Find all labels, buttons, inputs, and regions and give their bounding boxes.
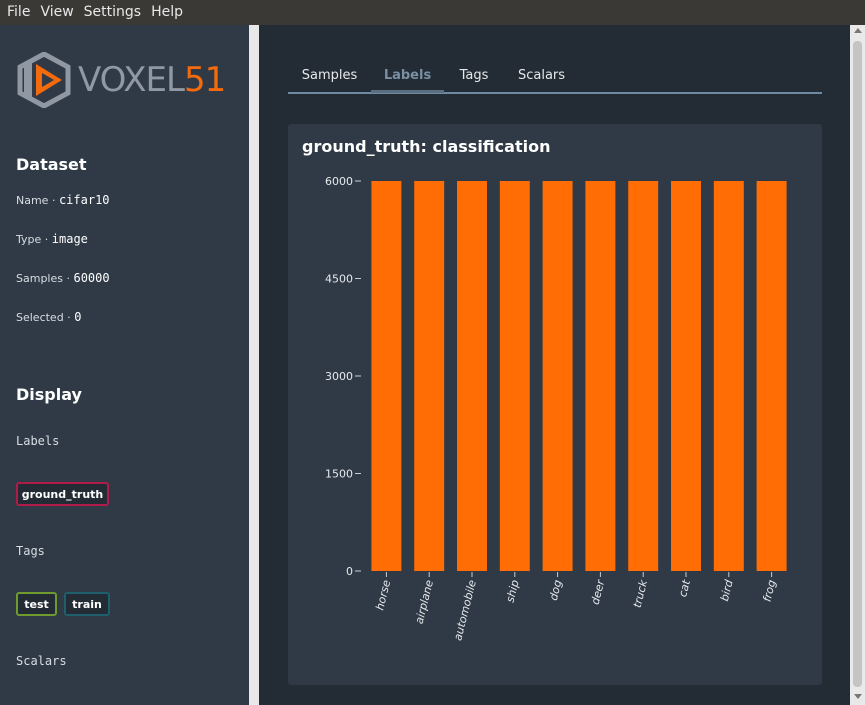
- x-tick-label: ship: [504, 579, 522, 604]
- tab-tags[interactable]: Tags: [444, 57, 504, 94]
- x-tick-label: dog: [547, 579, 565, 602]
- dataset-name-key: Name: [16, 194, 49, 207]
- x-tick-label: automobile: [451, 578, 479, 642]
- dataset-type-row: Type · image: [16, 232, 88, 246]
- menu-view[interactable]: View: [35, 0, 78, 25]
- bar: [499, 181, 530, 571]
- x-tick-label: bird: [718, 578, 736, 603]
- main-content: Samples Labels Tags Scalars ground_truth…: [259, 25, 850, 705]
- tag-chip-test[interactable]: test: [16, 592, 57, 616]
- menu-help[interactable]: Help: [146, 0, 188, 25]
- scrollbar[interactable]: [850, 25, 865, 705]
- y-tick-label: 4500: [325, 273, 353, 286]
- dataset-heading: Dataset: [16, 155, 87, 174]
- dataset-samples-row: Samples · 60000: [16, 271, 110, 285]
- voxel51-logo-icon: [17, 52, 71, 108]
- dataset-type-value: image: [51, 232, 88, 246]
- tab-bar: Samples Labels Tags Scalars: [288, 57, 822, 94]
- bar: [371, 181, 402, 571]
- label-chip-ground-truth[interactable]: ground_truth: [16, 482, 109, 506]
- dataset-name-row: Name · cifar10: [16, 193, 110, 207]
- dataset-samples-key: Samples: [16, 272, 63, 285]
- x-tick-label: airplane: [413, 578, 437, 625]
- scrollbar-thumb[interactable]: [853, 41, 862, 687]
- dataset-selected-row: Selected · 0: [16, 310, 82, 324]
- active-tab-indicator: [371, 90, 444, 93]
- scalars-heading: Scalars: [16, 654, 67, 668]
- logo-wordmark: VOXEL51: [78, 60, 226, 100]
- bar: [713, 181, 744, 571]
- tab-labels[interactable]: Labels: [371, 57, 444, 94]
- tab-samples[interactable]: Samples: [288, 57, 371, 94]
- bar: [457, 181, 487, 571]
- sidebar: VOXEL51 Dataset Name · cifar10 Type · im…: [0, 25, 249, 705]
- x-tick-label: frog: [761, 579, 779, 604]
- x-tick-label: deer: [589, 577, 608, 606]
- y-tick-label: 6000: [325, 175, 353, 188]
- bar: [671, 181, 701, 571]
- menu-settings[interactable]: Settings: [79, 0, 146, 25]
- menu-bar: File View Settings Help: [0, 0, 865, 25]
- labels-heading: Labels: [16, 434, 60, 448]
- tag-chip-train[interactable]: train: [64, 592, 110, 616]
- x-tick-label: cat: [676, 578, 693, 598]
- menu-file[interactable]: File: [2, 0, 35, 25]
- y-tick-label: 0: [346, 565, 353, 578]
- y-tick-label: 3000: [325, 370, 353, 383]
- x-tick-label: truck: [631, 578, 651, 609]
- bar: [585, 181, 616, 571]
- dataset-selected-value: 0: [74, 310, 82, 324]
- bar: [542, 181, 573, 571]
- display-heading: Display: [16, 385, 82, 404]
- dataset-name-value: cifar10: [58, 193, 110, 207]
- dataset-type-key: Type: [16, 233, 42, 246]
- y-tick-label: 1500: [325, 468, 353, 481]
- voxel51-logo: VOXEL51: [16, 52, 226, 108]
- x-tick-label: horse: [373, 578, 393, 611]
- bar: [414, 181, 445, 571]
- bar: [756, 181, 787, 571]
- bar-chart: 0 1500 3000 4500 6000 horse airplane automobile…: [325, 175, 787, 642]
- tags-heading: Tags: [16, 544, 45, 558]
- sidebar-divider[interactable]: [249, 25, 259, 705]
- dataset-samples-value: 60000: [73, 271, 110, 285]
- chart-panel: ground_truth: classification 0 1500 3000 45…: [288, 124, 822, 685]
- dataset-selected-key: Selected: [16, 311, 64, 324]
- scroll-up-arrow-icon[interactable]: [854, 28, 862, 33]
- tab-scalars[interactable]: Scalars: [504, 57, 579, 94]
- bar: [628, 181, 659, 571]
- scroll-down-arrow-icon[interactable]: [854, 694, 862, 699]
